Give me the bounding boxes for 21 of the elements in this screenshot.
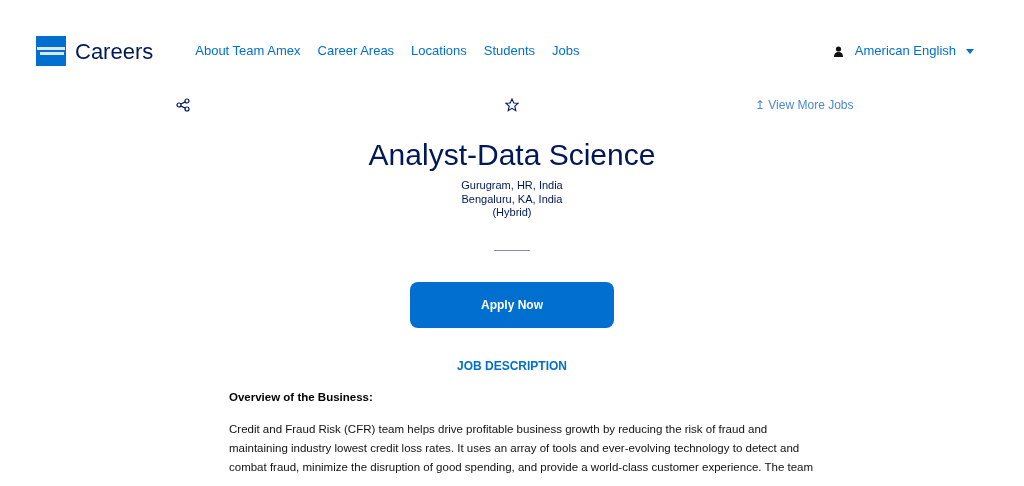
nav-link[interactable]: Locations [411,41,467,61]
caret-icon [966,48,974,54]
nav-link[interactable]: Students [483,41,536,61]
job-location: Bengaluru, KA, India [461,192,563,206]
job-location: Gurugram, HR, India [461,179,563,193]
star-icon[interactable] [505,98,519,112]
description-paragraph: Credit and Fraud Risk (CFR) team helps drive profitable business growth by reducing the risk of fraud and maintaining industry lowest credit loss rates. It uses an array of tools and ever-evolving technology to detect and combat fraud, minimize the disruption of good spending, and provide a world-class customer experience. The team [229,421,815,475]
language-selector[interactable]: American English [854,41,974,61]
job-title: Analyst-Data Science [368,137,656,173]
subheading: Overview of the Business: [229,389,374,405]
nav-link[interactable]: Jobs [552,41,580,61]
nav-link[interactable]: Career Areas [317,41,395,61]
view-more-jobs-link[interactable]: ↥ View More Jobs [755,96,854,114]
apply-now-button[interactable]: Apply Now [410,281,614,328]
job-location: (Hybrid) [492,206,532,220]
logo-icon[interactable] [36,36,66,66]
brand-name[interactable]: Careers [75,34,154,68]
user-icon[interactable] [833,45,843,57]
share-icon[interactable] [176,98,190,112]
nav-link[interactable]: About Team Amex [195,41,301,61]
section-heading: JOB DESCRIPTION [457,357,567,375]
